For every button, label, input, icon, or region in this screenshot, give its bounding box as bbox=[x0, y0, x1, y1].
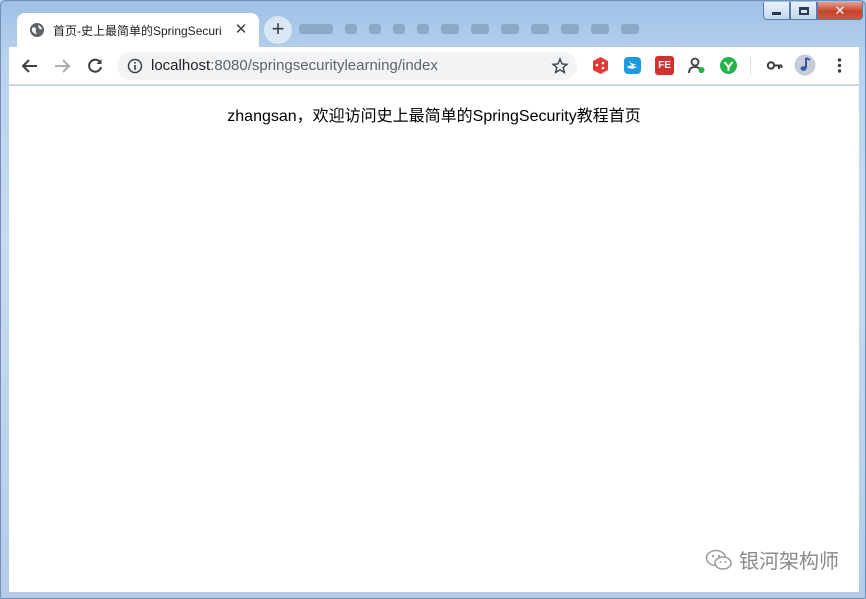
reload-icon bbox=[88, 58, 102, 73]
maximize-button[interactable] bbox=[790, 2, 817, 20]
address-bar[interactable]: localhost:8080/springsecuritylearning/in… bbox=[117, 52, 577, 80]
welcome-message: zhangsan，欢迎访问史上最简单的SpringSecurity教程首页 bbox=[227, 108, 641, 125]
url-path: :8080/springsecuritylearning/index bbox=[210, 57, 438, 74]
tab-active[interactable]: 首页-史上最简单的SpringSecuri ✕ bbox=[17, 13, 259, 47]
kebab-menu-icon[interactable] bbox=[830, 56, 849, 75]
tab-close-icon[interactable]: ✕ bbox=[233, 22, 249, 38]
swift-extension-icon[interactable] bbox=[623, 56, 642, 75]
reload-button[interactable] bbox=[82, 53, 108, 79]
arrow-right-icon bbox=[55, 59, 71, 73]
page-content: zhangsan，欢迎访问史上最简单的SpringSecurity教程首页 银河… bbox=[9, 86, 859, 592]
dice-extension-icon[interactable] bbox=[591, 56, 610, 75]
user-extension-icon[interactable] bbox=[687, 56, 706, 75]
url-host: localhost bbox=[151, 57, 211, 74]
minimize-button[interactable] bbox=[763, 2, 790, 20]
url-text[interactable]: localhost:8080/springsecuritylearning/in… bbox=[151, 57, 438, 74]
tab-strip: 首页-史上最简单的SpringSecuri ✕ + ✕ bbox=[1, 1, 865, 47]
fe-extension-icon[interactable]: FE bbox=[655, 56, 674, 75]
globe-icon bbox=[30, 23, 44, 37]
info-icon[interactable] bbox=[127, 58, 143, 74]
new-tab-button[interactable]: + bbox=[264, 16, 292, 44]
tab-title: 首页-史上最简单的SpringSecuri bbox=[53, 23, 222, 38]
blurred-taskbar-icons bbox=[299, 18, 689, 40]
arrow-left-icon bbox=[21, 59, 37, 73]
maximize-icon bbox=[798, 6, 809, 15]
key-icon[interactable] bbox=[765, 56, 784, 75]
minimize-icon bbox=[772, 12, 781, 15]
wechat-icon bbox=[705, 549, 732, 570]
profile-avatar-icon[interactable] bbox=[794, 54, 816, 76]
close-window-button[interactable]: ✕ bbox=[817, 2, 863, 20]
check-extension-icon[interactable] bbox=[719, 56, 738, 75]
window-controls: ✕ bbox=[763, 2, 863, 20]
browser-window: 首页-史上最简单的SpringSecuri ✕ + ✕ localhost:80… bbox=[0, 0, 866, 599]
watermark: 银河架构师 bbox=[705, 545, 839, 574]
toolbar-divider bbox=[750, 57, 751, 75]
back-button[interactable] bbox=[17, 53, 43, 79]
browser-toolbar: localhost:8080/springsecuritylearning/in… bbox=[9, 47, 859, 85]
forward-button[interactable] bbox=[49, 53, 75, 79]
watermark-text: 银河架构师 bbox=[739, 551, 839, 573]
star-icon[interactable] bbox=[551, 57, 569, 75]
